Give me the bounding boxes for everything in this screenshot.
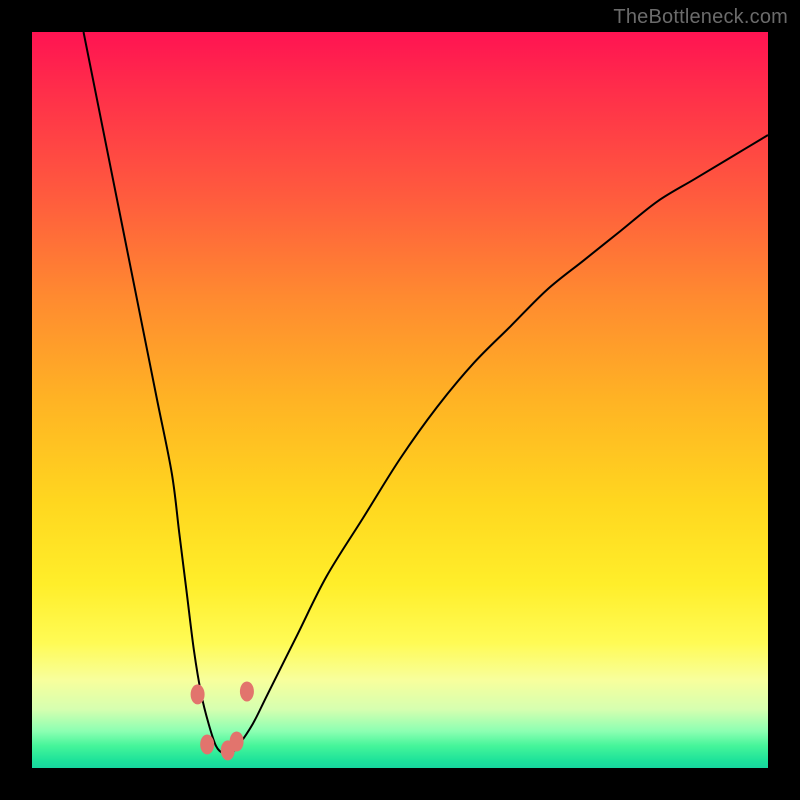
curve-marker bbox=[200, 734, 214, 754]
watermark-text: TheBottleneck.com bbox=[613, 6, 788, 29]
curve-layer bbox=[32, 32, 768, 768]
bottleneck-curve bbox=[84, 32, 768, 754]
chart-frame: TheBottleneck.com bbox=[0, 0, 800, 800]
curve-markers bbox=[191, 681, 254, 760]
curve-marker bbox=[230, 732, 244, 752]
plot-area bbox=[32, 32, 768, 768]
curve-marker bbox=[221, 740, 235, 760]
curve-marker bbox=[191, 684, 205, 704]
curve-marker bbox=[240, 681, 254, 701]
